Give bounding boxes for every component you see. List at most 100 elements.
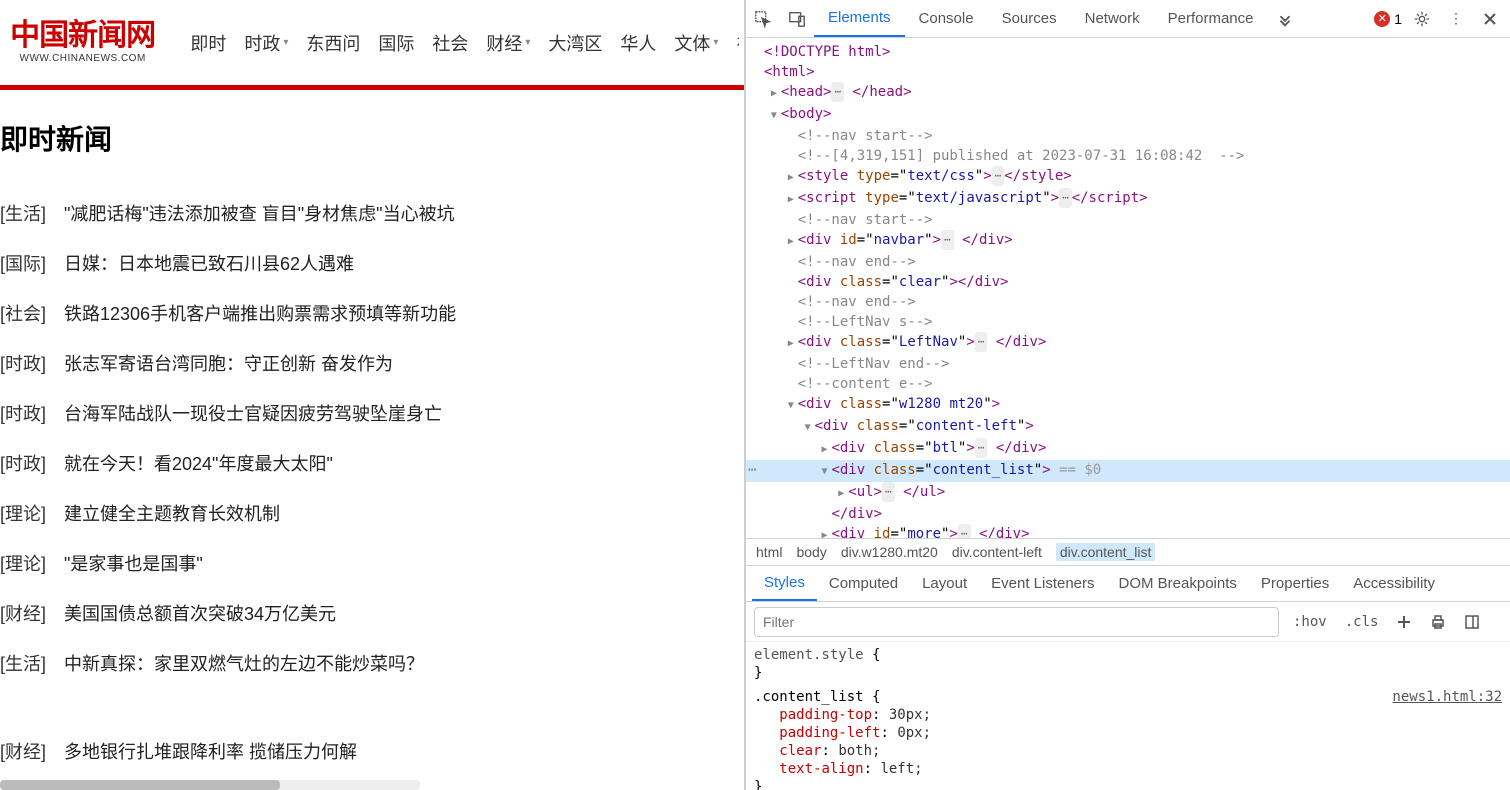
chevron-down-icon: ▾ bbox=[713, 37, 718, 48]
nav-item[interactable]: 时政▾ bbox=[244, 30, 288, 56]
cls-toggle[interactable]: .cls bbox=[1341, 612, 1383, 632]
subtab[interactable]: Event Listeners bbox=[979, 567, 1106, 600]
dom-tree[interactable]: <!DOCTYPE html><html> <head>⋯ </head> <b… bbox=[746, 38, 1510, 538]
dom-node[interactable]: <div class="LeftNav">⋯ </div> bbox=[746, 332, 1510, 354]
logo-text-en: WWW.CHINANEWS.COM bbox=[20, 53, 146, 64]
hov-toggle[interactable]: :hov bbox=[1289, 612, 1331, 632]
navbar: 中国新闻网 WWW.CHINANEWS.COM 即时时政▾ 东西问国际社会财经▾ 大… bbox=[0, 0, 744, 90]
news-title: "是家事也是国事" bbox=[64, 550, 203, 576]
dom-node[interactable]: <!--nav start--> bbox=[746, 210, 1510, 230]
styles-pane[interactable]: element.style { } news1.html:32 .content… bbox=[746, 642, 1510, 790]
site-logo[interactable]: 中国新闻网 WWW.CHINANEWS.COM bbox=[0, 15, 165, 70]
news-category: [时政] bbox=[0, 400, 46, 426]
news-category: [理论] bbox=[0, 500, 46, 526]
news-title: 多地银行扎堆跟降利率 揽储压力何解 bbox=[64, 738, 357, 764]
list-item[interactable]: [国际]日媒：日本地震已致石川县62人遇难 bbox=[0, 238, 744, 288]
computed-sidebar-icon[interactable] bbox=[1460, 610, 1484, 634]
dom-node[interactable]: <div id="navbar">⋯ </div> bbox=[746, 230, 1510, 252]
dom-node[interactable]: <!--nav end--> bbox=[746, 252, 1510, 272]
devtools-tab[interactable]: Network bbox=[1071, 1, 1154, 36]
dom-node[interactable]: <div class="btl">⋯ </div> bbox=[746, 438, 1510, 460]
list-item[interactable]: [理论] "是家事也是国事" bbox=[0, 538, 744, 588]
subtab[interactable]: DOM Breakpoints bbox=[1107, 567, 1249, 600]
nav-item[interactable]: 国际 bbox=[378, 30, 414, 56]
news-title: 日媒：日本地震已致石川县62人遇难 bbox=[64, 250, 354, 276]
nav-item[interactable]: 财经▾ bbox=[486, 30, 530, 56]
news-category: [理论] bbox=[0, 550, 46, 576]
dom-node[interactable]: <!--[4,319,151] published at 2023-07-31 … bbox=[746, 146, 1510, 166]
kebab-menu-icon[interactable]: ⋮ bbox=[1442, 5, 1470, 33]
dom-node[interactable]: <style type="text/css">⋯</style> bbox=[746, 166, 1510, 188]
css-declaration[interactable]: padding-top: 30px; bbox=[754, 706, 1502, 724]
news-category: [财经] bbox=[0, 600, 46, 626]
breadcrumb-item[interactable]: div.content-left bbox=[952, 544, 1042, 560]
dom-node[interactable]: <!--nav start--> bbox=[746, 126, 1510, 146]
breadcrumb-item[interactable]: body bbox=[796, 544, 826, 560]
list-item[interactable]: [社会]铁路12306手机客户端推出购票需求预填等新功能 bbox=[0, 288, 744, 338]
dom-node[interactable]: </div> bbox=[746, 504, 1510, 524]
list-item[interactable]: [财经]多地银行扎堆跟降利率 揽储压力何解 bbox=[0, 726, 744, 776]
nav-item[interactable]: 文体▾ bbox=[674, 30, 718, 56]
breadcrumb-item[interactable]: html bbox=[756, 544, 782, 560]
devtools-tab[interactable]: Performance bbox=[1154, 1, 1268, 36]
device-toggle-icon[interactable] bbox=[780, 2, 814, 36]
dom-node[interactable]: <!--LeftNav end--> bbox=[746, 354, 1510, 374]
news-title: 张志军寄语台湾同胞：守正创新 奋发作为 bbox=[64, 350, 393, 376]
styles-filter-bar: :hov .cls bbox=[746, 602, 1510, 642]
devtools-tab[interactable]: Sources bbox=[988, 1, 1071, 36]
horizontal-scrollbar[interactable] bbox=[0, 780, 420, 790]
news-title: "减肥话梅"违法添加被查 盲目"身材焦虑"当心被坑 bbox=[64, 200, 455, 226]
subtab[interactable]: Computed bbox=[817, 567, 910, 600]
css-declaration[interactable]: text-align: left; bbox=[754, 760, 1502, 778]
print-icon[interactable] bbox=[1426, 610, 1450, 634]
css-declaration[interactable]: clear: both; bbox=[754, 742, 1502, 760]
dom-node[interactable]: <div class="w1280 mt20"> bbox=[746, 394, 1510, 416]
chevron-down-icon: ▾ bbox=[525, 37, 530, 48]
nav-item[interactable]: 视 bbox=[736, 30, 739, 56]
nav-item[interactable]: 华人 bbox=[620, 30, 656, 56]
more-tabs-icon[interactable] bbox=[1268, 2, 1302, 36]
dom-node[interactable]: <html> bbox=[746, 62, 1510, 82]
list-item[interactable]: [时政]台海军陆战队一现役士官疑因疲劳驾驶坠崖身亡 bbox=[0, 388, 744, 438]
list-item[interactable]: [生活]中新真探：家里双燃气灶的左边不能炒菜吗？ bbox=[0, 638, 744, 688]
dom-node[interactable]: <script type="text/javascript">⋯</script… bbox=[746, 188, 1510, 210]
devtools-tab[interactable]: Elements bbox=[814, 0, 905, 37]
error-badge[interactable]: ✕ 1 bbox=[1374, 11, 1402, 27]
dom-node[interactable]: ⋯ <div class="content_list"> == $0 bbox=[746, 460, 1510, 482]
dom-node[interactable]: <div class="content-left"> bbox=[746, 416, 1510, 438]
source-link[interactable]: news1.html:32 bbox=[1392, 688, 1502, 706]
list-item[interactable]: [时政]就在今天！看2024"年度最大太阳" bbox=[0, 438, 744, 488]
dom-node[interactable]: <!DOCTYPE html> bbox=[746, 42, 1510, 62]
subtab[interactable]: Layout bbox=[910, 567, 979, 600]
css-declaration[interactable]: padding-left: 0px; bbox=[754, 724, 1502, 742]
close-icon[interactable] bbox=[1476, 5, 1504, 33]
settings-icon[interactable] bbox=[1408, 5, 1436, 33]
devtools-panel: ElementsConsoleSourcesNetworkPerformance… bbox=[745, 0, 1510, 790]
nav-item[interactable]: 社会 bbox=[432, 30, 468, 56]
list-item[interactable]: [财经]美国国债总额首次突破34万亿美元 bbox=[0, 588, 744, 638]
dom-node[interactable]: <body> bbox=[746, 104, 1510, 126]
nav-item[interactable]: 大湾区 bbox=[548, 30, 602, 56]
dom-node[interactable]: <ul>⋯ </ul> bbox=[746, 482, 1510, 504]
dom-node[interactable]: <div class="clear"></div> bbox=[746, 272, 1510, 292]
filter-input[interactable] bbox=[754, 607, 1279, 637]
list-item[interactable]: [时政]张志军寄语台湾同胞：守正创新 奋发作为 bbox=[0, 338, 744, 388]
logo-text-cn: 中国新闻网 bbox=[10, 21, 155, 51]
list-item[interactable]: [理论]建立健全主题教育长效机制 bbox=[0, 488, 744, 538]
subtab[interactable]: Styles bbox=[752, 566, 817, 601]
dom-node[interactable]: <head>⋯ </head> bbox=[746, 82, 1510, 104]
dom-node[interactable]: <!--LeftNav s--> bbox=[746, 312, 1510, 332]
subtab[interactable]: Accessibility bbox=[1341, 567, 1447, 600]
devtools-tab[interactable]: Console bbox=[905, 1, 988, 36]
nav-item[interactable]: 东西问 bbox=[306, 30, 360, 56]
list-item[interactable]: [生活]"减肥话梅"违法添加被查 盲目"身材焦虑"当心被坑 bbox=[0, 188, 744, 238]
dom-node[interactable]: <div id="more">⋯ </div> bbox=[746, 524, 1510, 538]
new-rule-icon[interactable] bbox=[1392, 610, 1416, 634]
nav-item[interactable]: 即时 bbox=[190, 30, 226, 56]
dom-node[interactable]: <!--nav end--> bbox=[746, 292, 1510, 312]
subtab[interactable]: Properties bbox=[1249, 567, 1341, 600]
breadcrumb-item[interactable]: div.w1280.mt20 bbox=[841, 544, 938, 560]
dom-node[interactable]: <!--content e--> bbox=[746, 374, 1510, 394]
inspect-icon[interactable] bbox=[746, 2, 780, 36]
breadcrumb-item[interactable]: div.content_list bbox=[1056, 543, 1156, 561]
